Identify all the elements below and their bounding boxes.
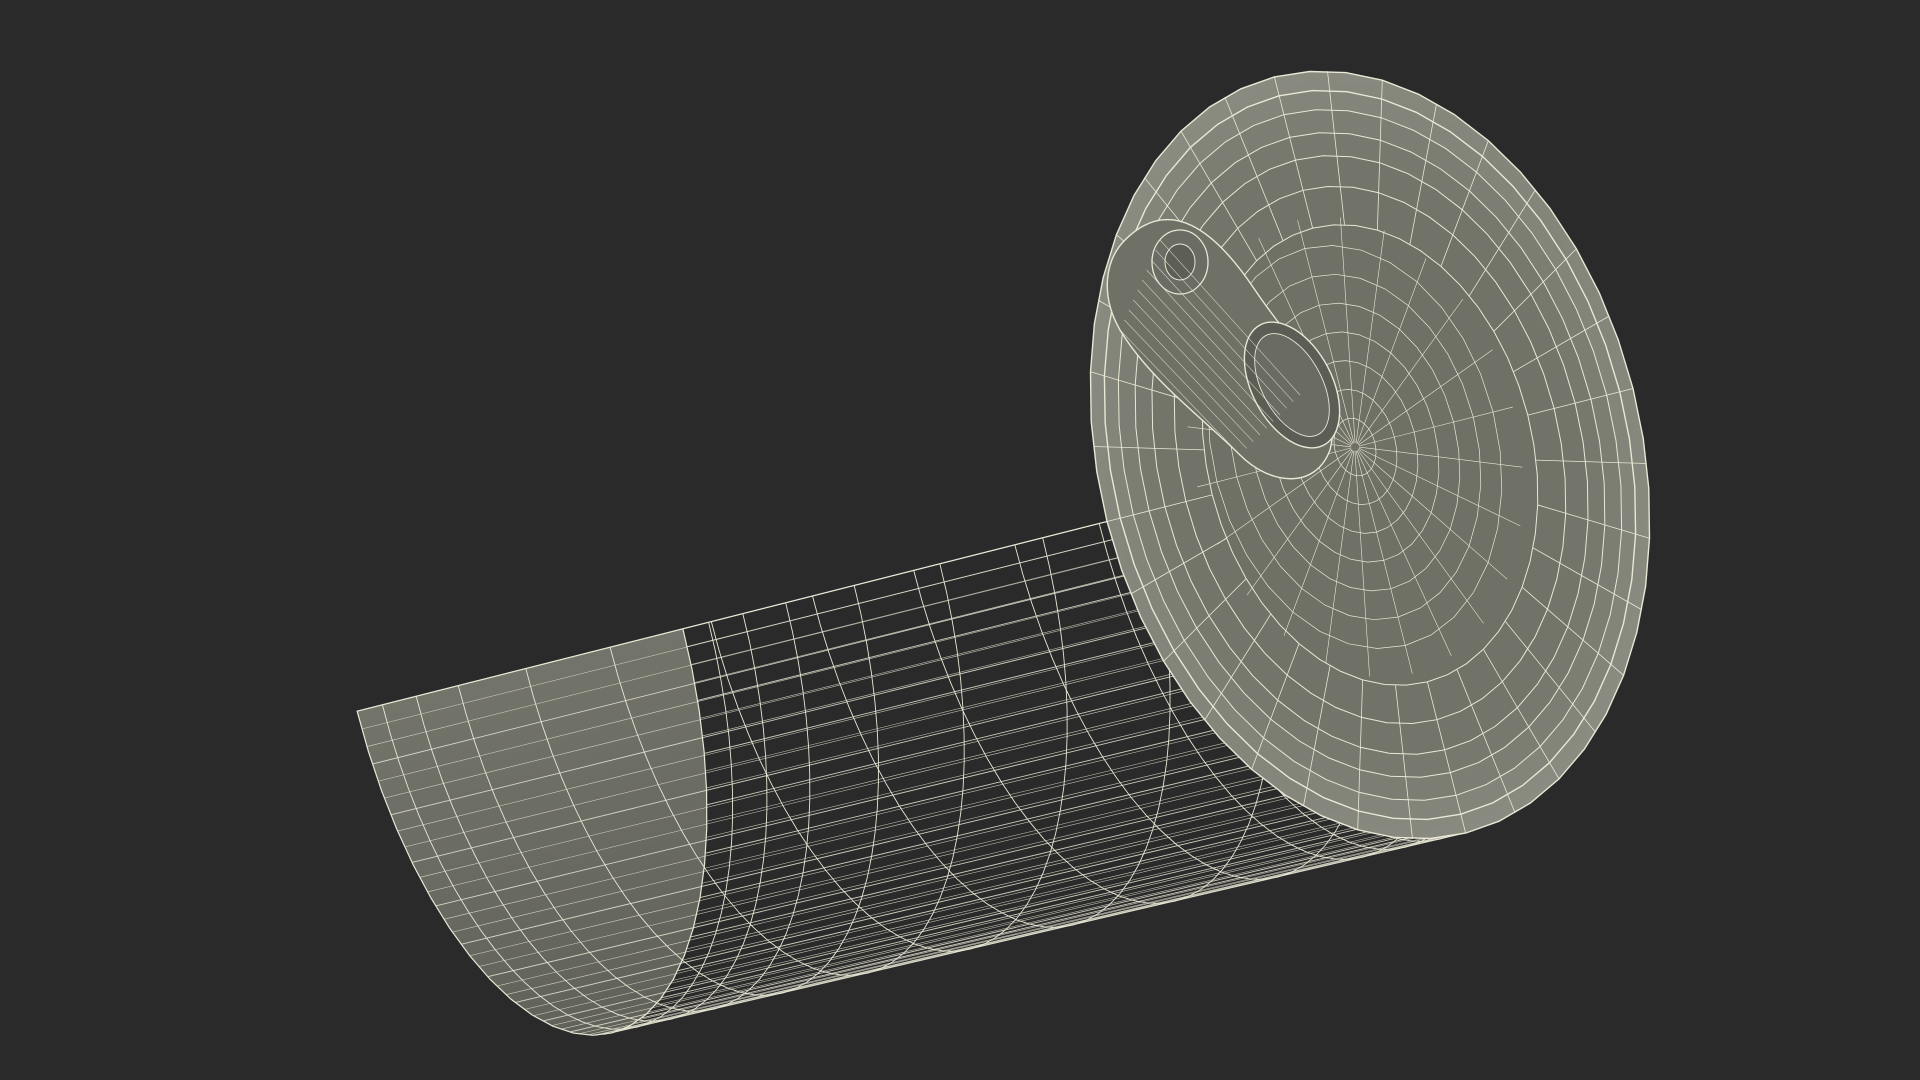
wireframe-can-model xyxy=(356,70,1651,1036)
viewport-3d[interactable] xyxy=(0,0,1920,1080)
